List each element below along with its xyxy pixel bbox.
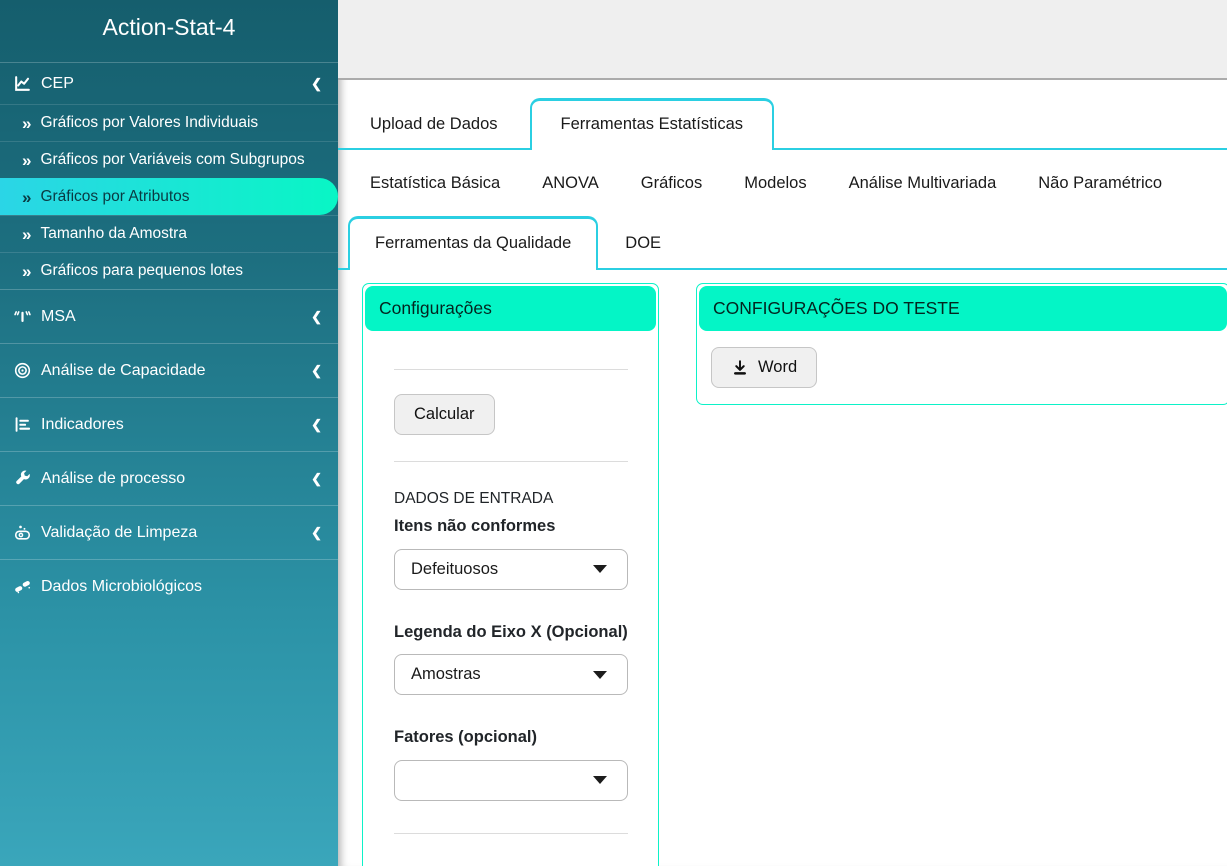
broadcast-icon — [14, 311, 31, 323]
bar-chart-icon — [15, 417, 31, 432]
category-nav: Estatística Básica ANOVA Gráficos Modelo… — [338, 150, 1227, 216]
field-label-fatores: Fatores (opcional) — [394, 728, 538, 747]
sub-tab-bar: Ferramentas da Qualidade DOE — [338, 216, 1227, 270]
double-chevron-icon: » — [22, 113, 32, 133]
soap-icon — [14, 525, 31, 540]
sidebar-item-label: Tamanho da Amostra — [40, 225, 187, 242]
sidebar-item-graficos-variaveis-subgrupos[interactable]: » Gráficos por Variáveis com Subgrupos — [0, 141, 338, 178]
chart-line-icon — [15, 76, 30, 91]
category-anova[interactable]: ANOVA — [542, 174, 599, 193]
config-panel-body: Calcular DADOS DE ENTRADA Itens não conf… — [363, 333, 658, 834]
sidebar-group-label: Dados Microbiológicos — [41, 577, 202, 595]
chevron-left-icon: ❮ — [311, 362, 322, 378]
sidebar-item-graficos-valores-individuais[interactable]: » Gráficos por Valores Individuais — [0, 104, 338, 141]
panels-container: Configurações Calcular DADOS DE ENTRADA … — [338, 270, 1227, 866]
x-axis-legend-dropdown[interactable]: Amostras — [394, 654, 628, 696]
config-panel-title: Configurações — [365, 286, 656, 331]
sidebar-group-label: CEP — [41, 74, 74, 92]
category-modelos[interactable]: Modelos — [744, 174, 806, 193]
main-tab-bar: Upload de Dados Ferramentas Estatísticas — [338, 98, 1227, 150]
word-export-button[interactable]: Word — [711, 347, 818, 388]
double-chevron-icon: » — [22, 187, 32, 207]
chevron-down-icon — [593, 565, 607, 574]
chevron-left-icon: ❮ — [311, 75, 322, 91]
sidebar-group-label: Análise de processo — [41, 469, 186, 487]
word-button-label: Word — [758, 358, 798, 376]
double-chevron-icon: » — [22, 224, 32, 244]
dropdown-value: Defeituosos — [411, 559, 499, 578]
bacteria-icon — [15, 580, 31, 594]
category-graficos[interactable]: Gráficos — [641, 174, 702, 193]
category-nao-parametrico[interactable]: Não Paramétrico — [1038, 174, 1162, 193]
test-config-panel-body: Word — [697, 333, 1227, 404]
main-content: Upload de Dados Ferramentas Estatísticas… — [338, 0, 1227, 866]
sidebar-group-cep[interactable]: CEP ❮ — [0, 62, 338, 104]
tab-ferramentas-estatisticas[interactable]: Ferramentas Estatísticas — [529, 98, 774, 150]
divider — [394, 461, 628, 462]
sidebar-group-validacao-limpeza[interactable]: Validação de Limpeza ❮ — [0, 505, 338, 559]
calculate-button[interactable]: Calcular — [394, 394, 495, 435]
factors-dropdown[interactable] — [394, 759, 628, 801]
tab-doe[interactable]: DOE — [598, 219, 688, 268]
tab-upload-de-dados[interactable]: Upload de Dados — [338, 101, 530, 148]
test-config-panel-title: CONFIGURAÇÕES DO TESTE — [699, 286, 1227, 331]
field-label-legenda-eixo-x: Legenda do Eixo X (Opcional) — [394, 622, 628, 641]
chevron-down-icon — [593, 670, 607, 679]
app-title: Action-Stat-4 — [102, 14, 236, 40]
input-data-section-label: DADOS DE ENTRADA — [394, 490, 554, 507]
field-label-itens-nao-conformes: Itens não conformes — [394, 517, 556, 535]
sidebar-group-indicadores[interactable]: Indicadores ❮ — [0, 397, 338, 451]
divider — [394, 369, 628, 370]
sidebar-group-label: MSA — [41, 307, 76, 325]
sidebar-item-label: Gráficos por Valores Individuais — [40, 114, 259, 131]
chevron-down-icon — [593, 776, 607, 785]
dropdown-value: Amostras — [411, 665, 481, 684]
config-panel: Configurações Calcular DADOS DE ENTRADA … — [362, 283, 659, 866]
sidebar-group-label: Indicadores — [41, 415, 124, 433]
category-estatistica-basica[interactable]: Estatística Básica — [370, 174, 500, 193]
chevron-left-icon: ❮ — [311, 524, 322, 540]
category-analise-multivariada[interactable]: Análise Multivariada — [849, 174, 997, 193]
sidebar-group-analise-processo[interactable]: Análise de processo ❮ — [0, 451, 338, 505]
double-chevron-icon: » — [22, 261, 32, 281]
sidebar-group-msa[interactable]: MSA ❮ — [0, 289, 338, 343]
sidebar-group-dados-microbiologicos[interactable]: Dados Microbiológicos — [0, 559, 338, 613]
test-config-panel: CONFIGURAÇÕES DO TESTE Word — [696, 283, 1227, 405]
sidebar-group-label: Análise de Capacidade — [41, 361, 206, 379]
sidebar: Action-Stat-4 CEP ❮ » Gráficos por Valor… — [0, 0, 338, 866]
tab-ferramentas-da-qualidade[interactable]: Ferramentas da Qualidade — [348, 216, 599, 270]
sidebar-item-graficos-pequenos-lotes[interactable]: » Gráficos para pequenos lotes — [0, 252, 338, 289]
double-chevron-icon: » — [22, 150, 32, 170]
sidebar-item-label: Gráficos por Variáveis com Subgrupos — [40, 151, 305, 168]
sidebar-group-label: Validação de Limpeza — [41, 523, 198, 541]
sidebar-item-graficos-atributos[interactable]: » Gráficos por Atributos — [0, 178, 338, 215]
sidebar-item-tamanho-amostra[interactable]: » Tamanho da Amostra — [0, 215, 338, 252]
sidebar-item-label: Gráficos para pequenos lotes — [40, 262, 243, 279]
chevron-left-icon: ❮ — [311, 416, 322, 432]
chevron-left-icon: ❮ — [311, 470, 322, 486]
wrench-icon — [16, 470, 30, 485]
chevron-left-icon: ❮ — [311, 308, 322, 324]
sidebar-group-analise-capacidade[interactable]: Análise de Capacidade ❮ — [0, 343, 338, 397]
download-icon — [734, 359, 746, 375]
sidebar-item-label: Gráficos por Atributos — [40, 188, 190, 205]
divider — [394, 832, 628, 834]
top-header-bar — [338, 0, 1227, 80]
bullseye-icon — [14, 362, 31, 379]
nonconforming-items-dropdown[interactable]: Defeituosos — [394, 548, 628, 590]
